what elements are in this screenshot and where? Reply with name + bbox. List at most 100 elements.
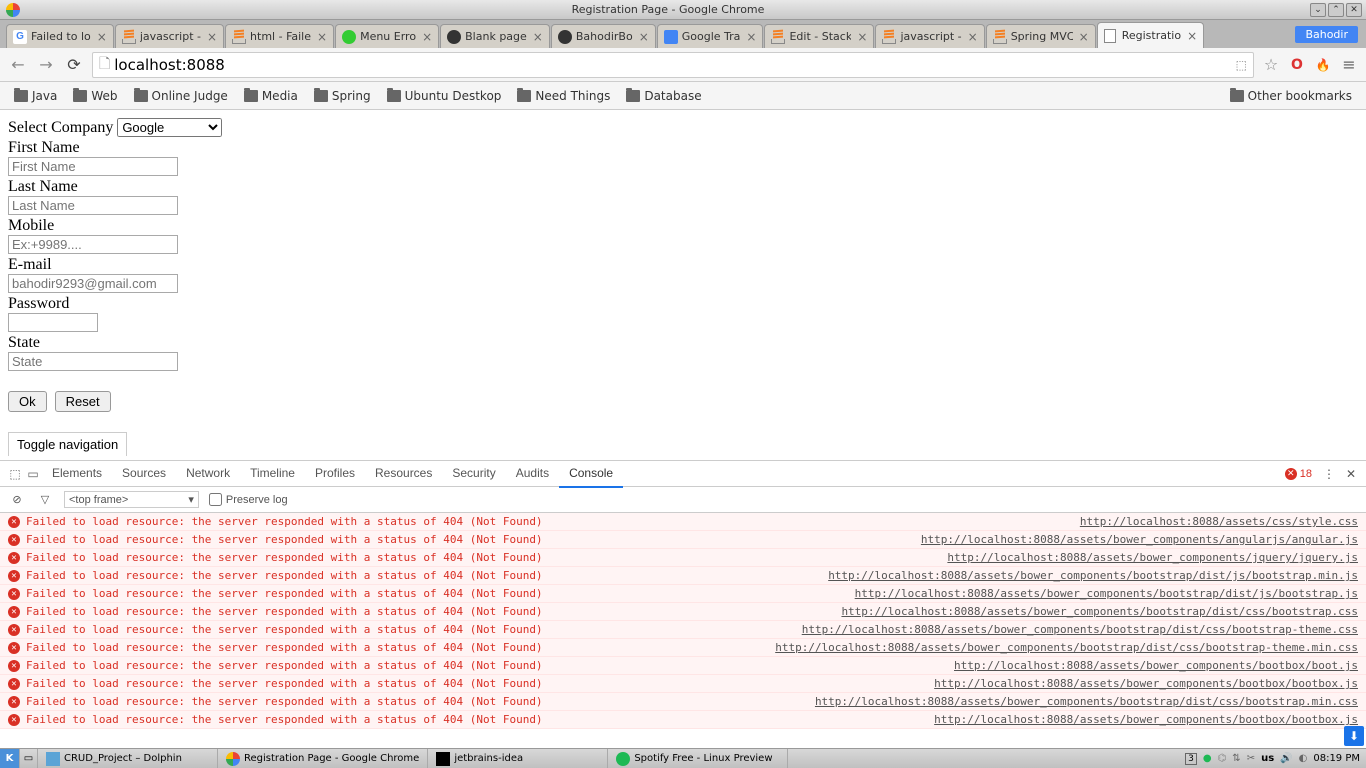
bookmark-folder[interactable]: Web (67, 86, 123, 106)
error-source-link[interactable]: http://localhost:8088/assets/bower_compo… (954, 659, 1358, 672)
first-name-input[interactable] (8, 157, 178, 176)
error-source-link[interactable]: http://localhost:8088/assets/bower_compo… (815, 695, 1358, 708)
tab-close-icon[interactable]: × (97, 30, 107, 44)
browser-tab[interactable]: Blank page× (440, 24, 550, 48)
start-button[interactable]: K (0, 749, 20, 768)
error-source-link[interactable]: http://localhost:8088/assets/bower_compo… (921, 533, 1358, 546)
company-select[interactable]: Google (117, 118, 222, 137)
preserve-log-checkbox[interactable]: Preserve log (209, 493, 288, 506)
taskbar-app[interactable]: CRUD_Project – Dolphin (38, 749, 218, 768)
toggle-navigation-button[interactable]: Toggle navigation (8, 432, 127, 456)
tab-close-icon[interactable]: × (639, 30, 649, 44)
taskbar-app[interactable]: Spotify Free - Linux Preview (608, 749, 788, 768)
show-desktop-button[interactable]: ▭ (20, 749, 38, 768)
browser-tab[interactable]: Google Tra× (657, 24, 764, 48)
error-source-link[interactable]: http://localhost:8088/assets/bower_compo… (934, 713, 1358, 726)
taskbar-app[interactable]: jetbrains-idea (428, 749, 608, 768)
minimize-button[interactable]: ⌄ (1310, 3, 1326, 17)
url-input[interactable]: localhost:8088 (114, 56, 1231, 74)
forward-button[interactable]: → (36, 55, 56, 75)
opera-icon[interactable]: O (1288, 56, 1306, 74)
browser-tab[interactable]: Spring MVC× (986, 24, 1096, 48)
browser-tab[interactable]: javascript -× (115, 24, 224, 48)
error-source-link[interactable]: http://localhost:8088/assets/css/style.c… (1080, 515, 1358, 528)
tab-close-icon[interactable]: × (207, 30, 217, 44)
tab-close-icon[interactable]: × (968, 30, 978, 44)
frame-selector[interactable]: <top frame>▾ (64, 491, 199, 508)
keyboard-layout[interactable]: us (1261, 753, 1274, 764)
tab-close-icon[interactable]: × (533, 30, 543, 44)
bookmark-folder[interactable]: Java (8, 86, 63, 106)
taskbar-app[interactable]: Registration Page - Google Chrome (218, 749, 428, 768)
error-source-link[interactable]: http://localhost:8088/assets/bower_compo… (855, 587, 1358, 600)
error-source-link[interactable]: http://localhost:8088/assets/bower_compo… (775, 641, 1358, 654)
browser-tab[interactable]: Menu Erro× (335, 24, 439, 48)
email-input[interactable] (8, 274, 178, 293)
devtools-close-icon[interactable]: ✕ (1342, 465, 1360, 483)
clock[interactable]: 08:19 PM (1313, 753, 1360, 764)
state-input[interactable] (8, 352, 178, 371)
bookmark-folder[interactable]: Online Judge (128, 86, 234, 106)
bookmark-folder[interactable]: Need Things (511, 86, 616, 106)
devtools-tab-network[interactable]: Network (176, 460, 240, 488)
bookmark-folder[interactable]: Database (620, 86, 707, 106)
browser-tab[interactable]: html - Faile× (225, 24, 334, 48)
last-name-input[interactable] (8, 196, 178, 215)
star-icon[interactable]: ☆ (1262, 56, 1280, 74)
maximize-button[interactable]: ⌃ (1328, 3, 1344, 17)
device-mode-icon[interactable]: ▭ (24, 465, 42, 483)
browser-tab[interactable]: Registratio× (1097, 22, 1204, 48)
tab-close-icon[interactable]: × (746, 30, 756, 44)
network-icon[interactable]: ⇅ (1232, 753, 1240, 764)
browser-tab[interactable]: javascript -× (875, 24, 984, 48)
browser-tab[interactable]: GFailed to lo× (6, 24, 114, 48)
tab-close-icon[interactable]: × (422, 30, 432, 44)
error-count-badge[interactable]: ✕ 18 (1285, 468, 1312, 480)
notifications-icon[interactable]: ◐ (1299, 753, 1308, 764)
other-bookmarks[interactable]: Other bookmarks (1224, 86, 1358, 106)
error-source-link[interactable]: http://localhost:8088/assets/bower_compo… (841, 605, 1358, 618)
devtools-tab-timeline[interactable]: Timeline (240, 460, 305, 488)
clipboard-icon[interactable]: ✂ (1247, 753, 1255, 764)
devtools-tab-sources[interactable]: Sources (112, 460, 176, 488)
error-source-link[interactable]: http://localhost:8088/assets/bower_compo… (828, 569, 1358, 582)
devtools-tab-profiles[interactable]: Profiles (305, 460, 365, 488)
volume-icon[interactable]: 🔊 (1280, 753, 1292, 764)
browser-tab[interactable]: BahodirBo× (551, 24, 656, 48)
tab-close-icon[interactable]: × (317, 30, 327, 44)
devtools-tab-resources[interactable]: Resources (365, 460, 442, 488)
error-source-link[interactable]: http://localhost:8088/assets/bower_compo… (934, 677, 1358, 690)
tab-close-icon[interactable]: × (857, 30, 867, 44)
spotify-tray-icon[interactable]: ● (1203, 753, 1212, 764)
filter-icon[interactable]: ▽ (36, 491, 54, 509)
devtools-tab-audits[interactable]: Audits (506, 460, 559, 488)
url-input-wrap[interactable]: 🗋 localhost:8088 ⬚ (92, 52, 1254, 78)
devtools-tab-elements[interactable]: Elements (42, 460, 112, 488)
tab-close-icon[interactable]: × (1079, 30, 1089, 44)
devtools-tab-security[interactable]: Security (442, 460, 505, 488)
menu-icon[interactable]: ≡ (1340, 56, 1358, 74)
devtools-tab-console[interactable]: Console (559, 460, 623, 488)
close-window-button[interactable]: ✕ (1346, 3, 1362, 17)
mobile-input[interactable] (8, 235, 178, 254)
devtools-menu-icon[interactable]: ⋮ (1320, 465, 1338, 483)
reload-button[interactable]: ⟳ (64, 55, 84, 75)
scroll-down-button[interactable]: ⬇ (1344, 726, 1364, 746)
battery-icon[interactable]: 3 (1185, 753, 1197, 765)
bookmark-folder[interactable]: Media (238, 86, 304, 106)
error-source-link[interactable]: http://localhost:8088/assets/bower_compo… (947, 551, 1358, 564)
bookmark-folder[interactable]: Spring (308, 86, 377, 106)
bluetooth-icon[interactable]: ⌬ (1218, 753, 1227, 764)
reset-button[interactable]: Reset (55, 391, 111, 412)
error-source-link[interactable]: http://localhost:8088/assets/bower_compo… (802, 623, 1358, 636)
ok-button[interactable]: Ok (8, 391, 47, 412)
tab-close-icon[interactable]: × (1187, 29, 1197, 43)
inspect-icon[interactable]: ⬚ (6, 465, 24, 483)
fire-icon[interactable]: 🔥 (1314, 56, 1332, 74)
browser-tab[interactable]: Edit - Stack× (764, 24, 874, 48)
user-badge[interactable]: Bahodir (1295, 26, 1358, 43)
clear-console-icon[interactable]: ⊘ (8, 491, 26, 509)
back-button[interactable]: ← (8, 55, 28, 75)
bookmark-folder[interactable]: Ubuntu Destkop (381, 86, 508, 106)
password-input[interactable] (8, 313, 98, 332)
